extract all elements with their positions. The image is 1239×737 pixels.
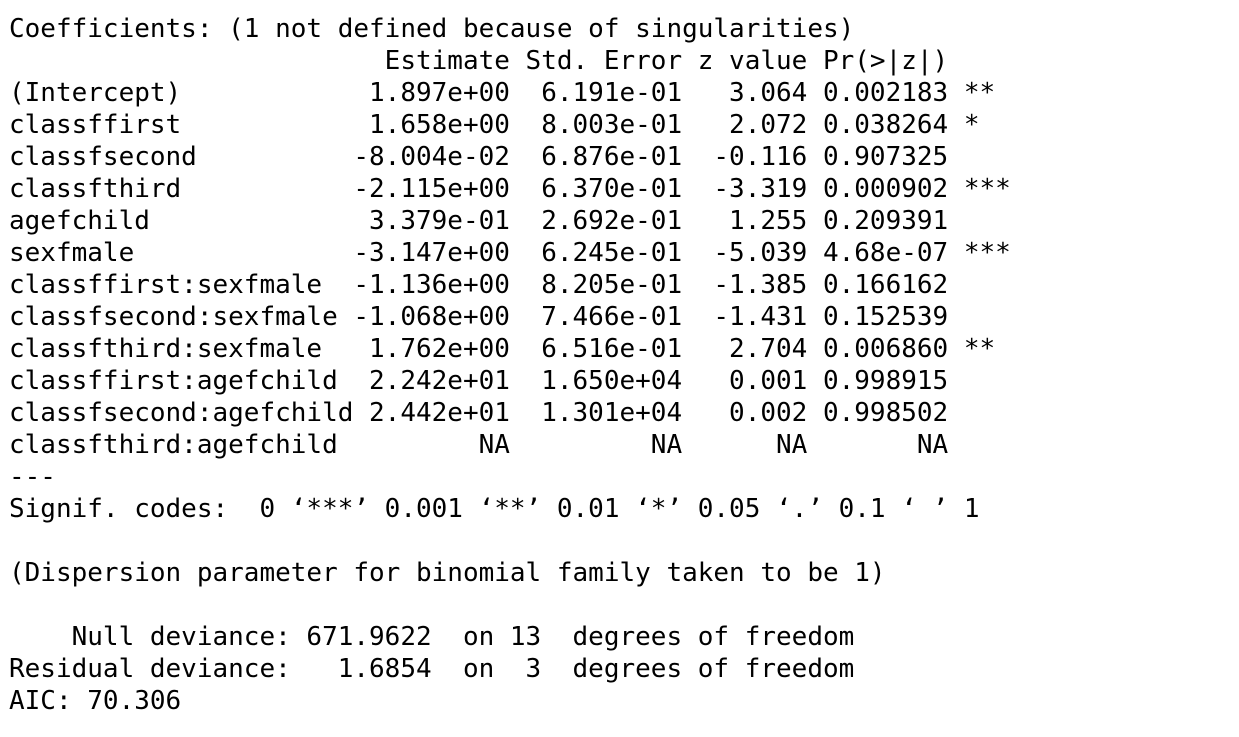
coef-row-classfsecond-agefchild: classfsecond:agefchild 2.442e+01 1.301e+… — [9, 398, 1011, 428]
coef-row-intercept: (Intercept) 1.897e+00 6.191e-01 3.064 0.… — [9, 78, 1011, 108]
coef-row-classffirst-sexfmale: classffirst:sexfmale -1.136e+00 8.205e-0… — [9, 270, 1011, 300]
aic-line: AIC: 70.306 — [9, 686, 182, 716]
coef-row-sexfmale: sexfmale -3.147e+00 6.245e-01 -5.039 4.6… — [9, 238, 1011, 268]
coef-row-classfsecond: classfsecond -8.004e-02 6.876e-01 -0.116… — [9, 142, 1011, 172]
coef-row-classfsecond-sexfmale: classfsecond:sexfmale -1.068e+00 7.466e-… — [9, 302, 1011, 332]
coef-row-classffirst-agefchild: classffirst:agefchild 2.242e+01 1.650e+0… — [9, 366, 1011, 396]
null-deviance-line: Null deviance: 671.9622 on 13 degrees of… — [9, 622, 855, 652]
residual-deviance-line: Residual deviance: 1.6854 on 3 degrees o… — [9, 654, 855, 684]
separator-line: --- — [9, 462, 56, 492]
dispersion-note: (Dispersion parameter for binomial famil… — [9, 558, 886, 588]
signif-codes-legend: Signif. codes: 0 ‘***’ 0.001 ‘**’ 0.01 ‘… — [9, 494, 980, 524]
console-output: Coefficients: (1 not defined because of … — [9, 13, 1011, 717]
coef-row-classfthird: classfthird -2.115e+00 6.370e-01 -3.319 … — [9, 174, 1011, 204]
coef-row-classfthird-agefchild: classfthird:agefchild NA NA NA NA — [9, 430, 1011, 460]
coef-row-agefchild: agefchild 3.379e-01 2.692e-01 1.255 0.20… — [9, 206, 1011, 236]
coef-row-classfthird-sexfmale: classfthird:sexfmale 1.762e+00 6.516e-01… — [9, 334, 1011, 364]
coefficients-column-headers: Estimate Std. Error z value Pr(>|z|) — [9, 46, 1011, 76]
coef-row-classffirst: classffirst 1.658e+00 8.003e-01 2.072 0.… — [9, 110, 1011, 140]
coefficients-header: Coefficients: (1 not defined because of … — [9, 14, 855, 44]
